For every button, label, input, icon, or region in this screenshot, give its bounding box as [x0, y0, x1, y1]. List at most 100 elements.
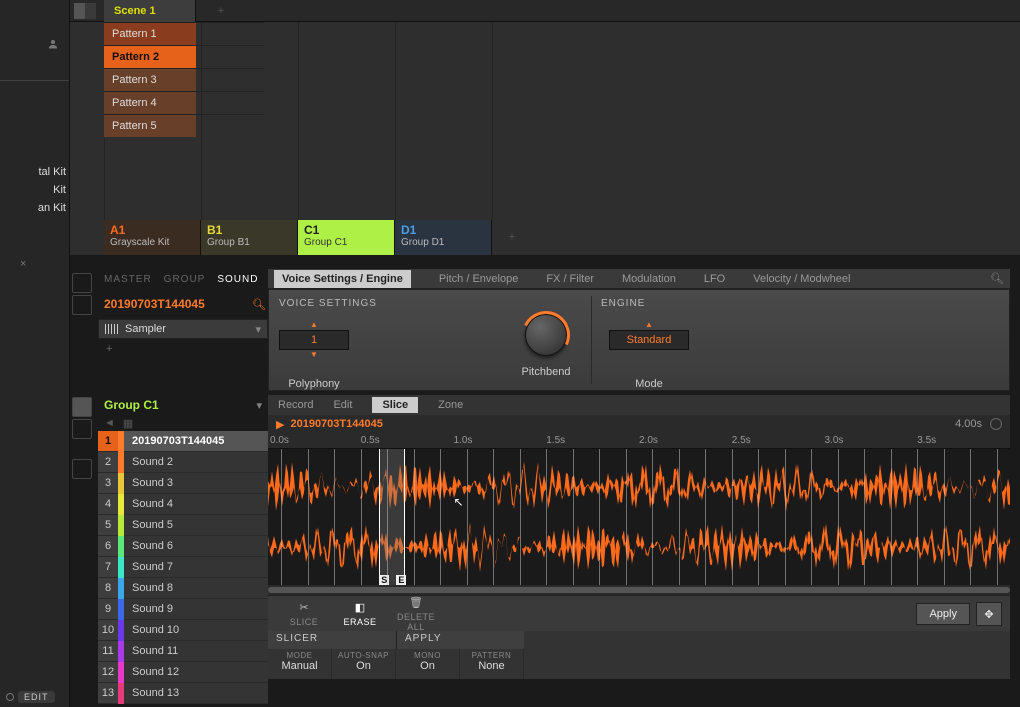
knob[interactable]	[525, 314, 567, 356]
list-view-icon[interactable]	[72, 397, 92, 417]
slice-marker[interactable]	[467, 449, 468, 585]
scrollbar-thumb[interactable]	[268, 587, 1010, 593]
edit-mode-indicator[interactable]: EDIT	[6, 691, 55, 703]
polyphony-value[interactable]: 1	[279, 330, 349, 350]
play-icon[interactable]: ▶	[276, 418, 284, 431]
waveform-display[interactable]: S E ↖	[268, 449, 1010, 585]
group-name-header[interactable]: Group C1	[104, 398, 256, 412]
param-tab[interactable]: LFO	[704, 273, 725, 285]
slice-marker[interactable]	[864, 449, 865, 585]
slicer-mode-param[interactable]: MODE Manual	[268, 649, 332, 679]
scope-tab-sound[interactable]: SOUND	[217, 274, 258, 285]
param-tab[interactable]: Pitch / Envelope	[439, 273, 519, 285]
slice-marker[interactable]	[785, 449, 786, 585]
add-group-button[interactable]: +	[492, 220, 532, 255]
group-header[interactable]: A1 Grayscale Kit	[104, 220, 201, 255]
slice-marker[interactable]	[573, 449, 574, 585]
slice-marker[interactable]	[414, 449, 415, 585]
param-tab[interactable]: Voice Settings / Engine	[274, 270, 411, 288]
sound-row[interactable]: 7Sound 7	[98, 557, 268, 578]
pattern-clip[interactable]: Pattern 4	[104, 92, 196, 114]
chevron-down-icon[interactable]: ▾	[255, 323, 261, 336]
pitchbend-control[interactable]: Pitchbend	[511, 314, 581, 378]
param-tab[interactable]: Velocity / Modwheel	[753, 273, 850, 285]
pad-view-icon[interactable]	[72, 419, 92, 439]
slice-marker[interactable]	[599, 449, 600, 585]
arrow-down-icon[interactable]: ▼	[279, 350, 349, 360]
slice-marker[interactable]	[758, 449, 759, 585]
slice-marker[interactable]	[732, 449, 733, 585]
mono-param[interactable]: MONO On	[396, 649, 460, 679]
search-icon[interactable]: 🔍︎	[990, 272, 1004, 285]
sound-row[interactable]: 2Sound 2	[98, 452, 268, 473]
slice-marker[interactable]	[705, 449, 706, 585]
slice-marker[interactable]	[626, 449, 627, 585]
group-header[interactable]: B1 Group B1	[201, 220, 298, 255]
arranger-view-toggle[interactable]	[74, 3, 96, 19]
engine-mode-control[interactable]: ▲ Standard ▼ Mode	[609, 320, 689, 390]
sound-row[interactable]: 4Sound 4	[98, 494, 268, 515]
mute-icon[interactable]: ◄	[104, 417, 115, 429]
slice-marker[interactable]	[308, 449, 309, 585]
drag-handle-icon[interactable]: ✥	[976, 602, 1002, 626]
sound-row[interactable]: 10Sound 10	[98, 620, 268, 641]
sound-row[interactable]: 6Sound 6	[98, 536, 268, 557]
slice-marker[interactable]	[334, 449, 335, 585]
plugin-slot[interactable]: Sampler ▾	[98, 319, 268, 339]
delete-all-button[interactable]: 🗑︎ DELETE ALL	[388, 596, 444, 632]
slice-marker[interactable]	[652, 449, 653, 585]
sound-row[interactable]: 9Sound 9	[98, 599, 268, 620]
slice-marker[interactable]	[679, 449, 680, 585]
polyphony-control[interactable]: ▲ 1 ▼ Polyphony	[279, 320, 349, 390]
kit-item[interactable]: Kit	[0, 181, 70, 199]
editor-tab-slice[interactable]: Slice	[372, 397, 418, 413]
slice-selection[interactable]	[379, 449, 405, 585]
slice-marker[interactable]	[944, 449, 945, 585]
group-header[interactable]: D1 Group D1	[395, 220, 492, 255]
apply-button[interactable]: Apply	[916, 603, 970, 625]
slice-marker[interactable]	[970, 449, 971, 585]
slice-marker[interactable]	[361, 449, 362, 585]
chevron-down-icon[interactable]: ▾	[256, 399, 262, 412]
loop-icon[interactable]	[990, 418, 1002, 430]
view-icon[interactable]	[72, 273, 92, 293]
kit-item[interactable]: an Kit	[0, 199, 70, 217]
slice-marker[interactable]	[520, 449, 521, 585]
autosnap-param[interactable]: AUTO-SNAP On	[332, 649, 396, 679]
param-tab[interactable]: FX / Filter	[546, 273, 594, 285]
close-icon[interactable]: ×	[20, 258, 26, 270]
scene-tab[interactable]: Scene 1	[104, 0, 196, 22]
pattern-clip[interactable]: Pattern 2	[104, 46, 196, 68]
editor-tab-edit[interactable]: Edit	[333, 399, 352, 411]
sound-row[interactable]: 3Sound 3	[98, 473, 268, 494]
slice-end-marker[interactable]: E	[396, 575, 406, 585]
erase-tool-button[interactable]: ◧ ERASE	[332, 601, 388, 627]
time-ruler[interactable]: 0.0s 0.5s 1.0s 1.5s 2.0s 2.5s 3.0s 3.5s	[268, 433, 1010, 449]
sound-row[interactable]: 120190703T144045	[98, 431, 268, 452]
sound-row[interactable]: 8Sound 8	[98, 578, 268, 599]
slice-marker[interactable]	[997, 449, 998, 585]
add-plugin-button[interactable]: +	[98, 343, 268, 355]
editor-tab-record[interactable]: Record	[278, 399, 313, 411]
sound-row[interactable]: 11Sound 11	[98, 641, 268, 662]
slice-marker[interactable]	[917, 449, 918, 585]
editor-tab-zone[interactable]: Zone	[438, 399, 463, 411]
scope-tab-master[interactable]: MASTER	[104, 274, 152, 285]
waveform-view-icon[interactable]	[72, 459, 92, 479]
slice-marker[interactable]	[838, 449, 839, 585]
engine-mode-value[interactable]: Standard	[609, 330, 689, 350]
search-icon[interactable]: 🔍︎	[250, 298, 268, 311]
arrow-up-icon[interactable]: ▲	[609, 320, 689, 330]
scope-tab-group[interactable]: GROUP	[164, 274, 206, 285]
slice-marker[interactable]	[440, 449, 441, 585]
slice-marker[interactable]	[811, 449, 812, 585]
arrow-up-icon[interactable]: ▲	[279, 320, 349, 330]
pattern-param[interactable]: PATTERN None	[460, 649, 524, 679]
slice-marker[interactable]	[281, 449, 282, 585]
pattern-clip[interactable]: Pattern 3	[104, 69, 196, 91]
slice-tool-button[interactable]: ✂ SLICE	[276, 601, 332, 627]
grid-icon[interactable]: ▦	[123, 417, 133, 430]
group-header[interactable]: C1 Group C1	[298, 220, 395, 255]
param-tab[interactable]: Modulation	[622, 273, 676, 285]
slice-marker[interactable]	[387, 449, 388, 585]
